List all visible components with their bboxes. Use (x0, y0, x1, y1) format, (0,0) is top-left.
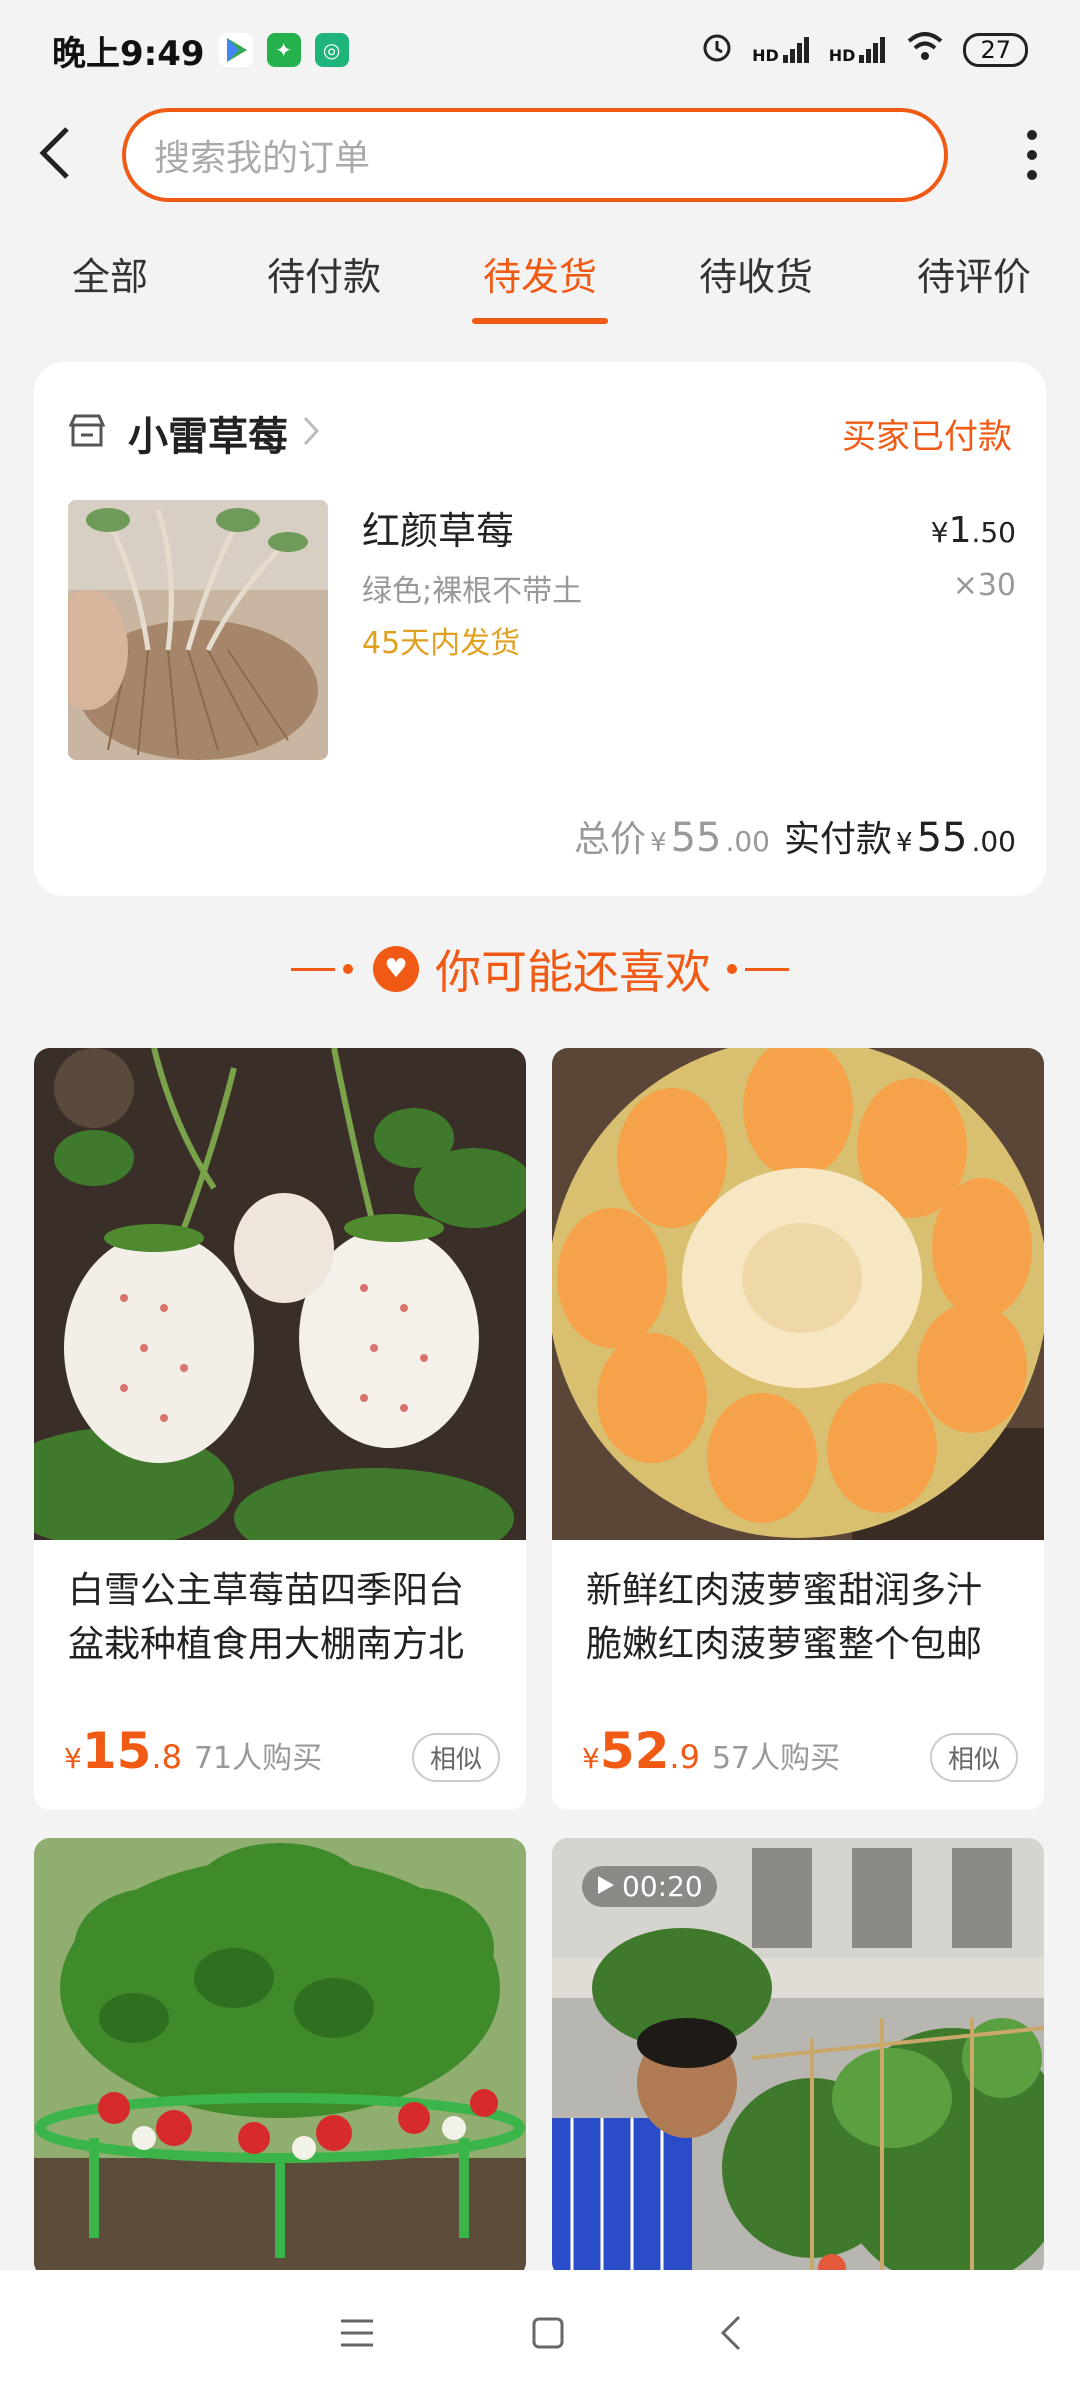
tab-label: 全部 (71, 255, 148, 299)
order-card[interactable]: 小雷草莓 买家已付款 红颜草莓 绿色;裸根不带土 45天内发货 ¥1.50 ×3… (34, 362, 1046, 896)
product-video-thumbnail[interactable]: 00:20 (552, 1838, 1044, 2278)
store-icon (68, 413, 106, 453)
tab-all[interactable]: 全部 (40, 226, 180, 326)
paid-currency: ¥ (896, 828, 913, 858)
cellular-signal-2-icon: HD (829, 35, 888, 65)
product-title[interactable]: 白雪公主草莓苗四季阳台盆栽种植食用大棚南方北 (34, 1540, 526, 1684)
recommend-item-3[interactable] (34, 1838, 526, 2278)
paid-decimal: .00 (971, 825, 1016, 858)
shop-name[interactable]: 小雷草莓 (128, 404, 288, 462)
total-currency: ¥ (650, 828, 667, 858)
price-integer: 1 (948, 510, 972, 551)
product-spec: 绿色;裸根不带土 (362, 574, 583, 609)
product-footer: ¥ 52 .9 57人购买 相似 (582, 1722, 1018, 1782)
product-image[interactable] (68, 500, 328, 760)
paid-label: 实付款 (784, 819, 893, 860)
price-currency: ¥ (582, 1742, 600, 1775)
buyer-count: 71人购买 (193, 1741, 323, 1776)
tab-label: 待评价 (916, 255, 1031, 299)
play-store-icon (218, 33, 253, 67)
total-integer: 55 (670, 815, 722, 861)
play-icon (596, 1870, 616, 1903)
more-dot-icon (1027, 130, 1037, 140)
wifi-icon (905, 29, 945, 72)
product-image[interactable] (34, 1048, 526, 1540)
tab-label: 待付款 (266, 255, 381, 299)
total-decimal: .00 (725, 825, 770, 858)
divider-dot (343, 964, 353, 974)
tab-label: 待发货 (482, 255, 597, 299)
recommend-item-1[interactable]: 白雪公主草莓苗四季阳台盆栽种植食用大棚南方北 ¥ 15 .8 71人购买 相似 (34, 1048, 526, 1810)
recommend-title: 你可能还喜欢 (435, 945, 711, 999)
heart-icon: ♥ (373, 946, 419, 992)
cellular-signal-icon: HD (752, 35, 811, 65)
shop-row[interactable]: 小雷草莓 买家已付款 (68, 398, 1012, 468)
signal-hd-label: HD (752, 46, 779, 65)
search-placeholder: 搜索我的订单 (154, 138, 371, 179)
buyer-count: 57人购买 (711, 1741, 841, 1776)
paid-amount: 实付款 ¥ 55 .00 (784, 810, 1016, 862)
price-decimal: .50 (971, 516, 1016, 549)
battery-indicator: 27 (963, 33, 1028, 67)
recommend-item-2[interactable]: 新鲜红肉菠萝蜜甜润多汁脆嫩红肉菠萝蜜整个包邮 ¥ 52 .9 57人购买 相似 (552, 1048, 1044, 1810)
signal-app-icon: ◎ (314, 33, 349, 67)
product-footer: ¥ 15 .8 71人购买 相似 (64, 1722, 500, 1782)
more-dot-icon (1027, 150, 1037, 160)
recommend-heading: ♥ 你可能还喜欢 (0, 934, 1080, 1004)
shipping-time: 45天内发货 (362, 626, 521, 661)
total-label: 总价 (574, 819, 647, 860)
product-quantity: ×30 (952, 568, 1016, 603)
tab-pending-review[interactable]: 待评价 (904, 226, 1044, 326)
search-input[interactable]: 搜索我的订单 (122, 108, 948, 202)
more-options-button[interactable] (1002, 118, 1062, 192)
chevron-left-icon (35, 125, 75, 185)
alarm-icon (700, 29, 734, 72)
tab-pending-shipment[interactable]: 待发货 (472, 226, 608, 326)
divider-line (291, 967, 335, 971)
order-status: 买家已付款 (842, 416, 1012, 457)
tab-pending-payment[interactable]: 待付款 (254, 226, 394, 326)
menu-icon[interactable] (337, 2316, 377, 2354)
price-integer: 52 (599, 1722, 670, 1780)
price-integer: 15 (81, 1722, 152, 1780)
status-time: 晚上9:49 (52, 33, 205, 74)
video-duration-badge: 00:20 (582, 1866, 717, 1907)
recommend-item-4[interactable]: 00:20 (552, 1838, 1044, 2278)
similar-button[interactable]: 相似 (929, 1733, 1018, 1782)
tab-pending-receipt[interactable]: 待收货 (686, 226, 826, 326)
divider-line (745, 967, 789, 971)
divider-dot (727, 964, 737, 974)
video-duration: 00:20 (622, 1870, 703, 1903)
product-image[interactable] (552, 1048, 1044, 1540)
product-title[interactable]: 新鲜红肉菠萝蜜甜润多汁脆嫩红肉菠萝蜜整个包邮 (552, 1540, 1044, 1684)
order-tabs: 全部 待付款 待发货 待收货 待评价 (0, 226, 1080, 326)
price-currency: ¥ (930, 516, 949, 549)
price-currency: ¥ (64, 1742, 82, 1775)
price-decimal: .9 (669, 1738, 700, 1776)
more-dot-icon (1027, 170, 1037, 180)
product-image[interactable] (34, 1838, 526, 2278)
back-nav-icon[interactable] (719, 2313, 743, 2357)
system-nav-bar (0, 2270, 1080, 2400)
order-totals: 总价 ¥ 55 .00 实付款 ¥ 55 .00 (574, 810, 1016, 862)
price-decimal: .8 (151, 1738, 182, 1776)
tab-label: 待收货 (698, 255, 813, 299)
active-tab-indicator (472, 318, 608, 324)
product-price: ¥1.50 (931, 510, 1016, 551)
signal-hd-label-2: HD (828, 46, 856, 65)
similar-button[interactable]: 相似 (411, 1733, 500, 1782)
app-notification-icon: ✦ (266, 33, 301, 67)
home-icon[interactable] (530, 2315, 566, 2355)
back-button[interactable] (0, 100, 110, 210)
chevron-right-icon (302, 415, 320, 451)
top-bar: 搜索我的订单 (0, 100, 1080, 210)
paid-integer: 55 (916, 815, 968, 861)
product-title[interactable]: 红颜草莓 (362, 500, 514, 555)
status-bar: 晚上9:49 ✦ ◎ HD HD 27 (0, 0, 1080, 100)
